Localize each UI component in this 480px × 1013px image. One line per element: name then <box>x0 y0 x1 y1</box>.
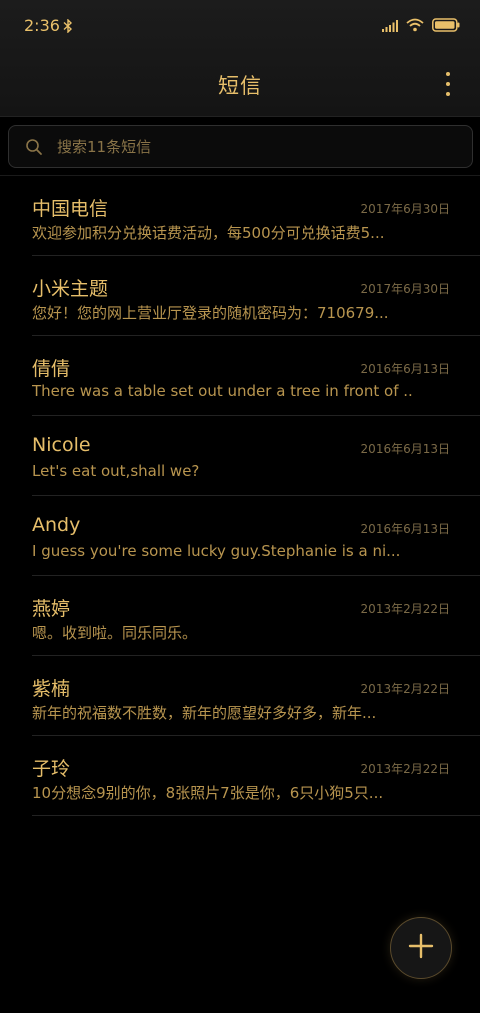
plus-icon <box>408 933 434 963</box>
message-preview: 10分想念9别的你，8张照片7张是你，6只小狗5只... <box>32 784 384 802</box>
contact-name: 子玲 <box>32 758 71 780</box>
message-preview: I guess you're some lucky guy.Stephanie … <box>32 542 401 560</box>
list-item[interactable]: 紫楠 2013年2月22日 新年的祝福数不胜数，新年的愿望好多好多，新年... <box>32 656 480 736</box>
more-dot <box>446 92 450 96</box>
message-date: 2017年6月30日 <box>360 282 450 296</box>
message-preview: 您好！您的网上营业厅登录的随机密码为：710679... <box>32 304 389 322</box>
list-item[interactable]: 小米主题 2017年6月30日 您好！您的网上营业厅登录的随机密码为：71067… <box>32 256 480 336</box>
list-item[interactable]: 子玲 2013年2月22日 10分想念9别的你，8张照片7张是你，6只小狗5只.… <box>32 736 480 816</box>
status-time: 2:36 <box>24 16 60 35</box>
contact-name: Nicole <box>32 434 91 456</box>
message-preview: Let's eat out,shall we? <box>32 462 200 480</box>
message-date: 2013年2月22日 <box>360 762 450 776</box>
page-title: 短信 <box>218 74 262 98</box>
bluetooth-icon <box>63 18 73 37</box>
wifi-icon <box>406 17 424 36</box>
message-date: 2013年2月22日 <box>360 602 450 616</box>
message-date: 2017年6月30日 <box>360 202 450 216</box>
contact-name: 小米主题 <box>32 278 109 300</box>
contact-name: 中国电信 <box>32 198 109 220</box>
message-date: 2016年6月13日 <box>360 442 450 456</box>
messages-screen: 2:36 短信 搜索11条短信 中国电信 2017年6月30日 欢迎参加积分兑换… <box>0 0 480 1013</box>
message-date: 2013年2月22日 <box>360 682 450 696</box>
top-bar: 2:36 短信 <box>0 0 480 117</box>
battery-icon <box>432 17 460 36</box>
search-icon <box>25 138 43 160</box>
status-bar: 2:36 <box>0 0 480 52</box>
compose-button[interactable] <box>390 917 452 979</box>
message-preview: 新年的祝福数不胜数，新年的愿望好多好多，新年... <box>32 704 377 722</box>
status-indicators <box>382 17 460 36</box>
list-item[interactable]: 中国电信 2017年6月30日 欢迎参加积分兑换话费活动，每500分可兑换话费5… <box>32 176 480 256</box>
search-box[interactable] <box>8 125 473 168</box>
more-dot <box>446 72 450 76</box>
list-item[interactable]: 燕婷 2013年2月22日 嗯。收到啦。同乐同乐。 <box>32 576 480 656</box>
message-date: 2016年6月13日 <box>360 362 450 376</box>
list-item[interactable]: 倩倩 2016年6月13日 There was a table set out … <box>32 336 480 416</box>
list-item[interactable]: Andy 2016年6月13日 I guess you're some luck… <box>32 496 480 576</box>
message-date: 2016年6月13日 <box>360 522 450 536</box>
contact-name: Andy <box>32 514 81 536</box>
contact-name: 燕婷 <box>32 598 71 620</box>
message-preview: 欢迎参加积分兑换话费活动，每500分可兑换话费5... <box>32 224 385 242</box>
message-preview: There was a table set out under a tree i… <box>32 382 412 400</box>
contact-name: 紫楠 <box>32 678 71 700</box>
more-vertical-icon[interactable] <box>442 72 454 96</box>
message-preview: 嗯。收到啦。同乐同乐。 <box>32 624 198 642</box>
conversation-list: 中国电信 2017年6月30日 欢迎参加积分兑换话费活动，每500分可兑换话费5… <box>0 175 480 816</box>
list-item[interactable]: Nicole 2016年6月13日 Let's eat out,shall we… <box>32 416 480 496</box>
contact-name: 倩倩 <box>32 358 71 380</box>
more-dot <box>446 82 450 86</box>
signal-icon <box>382 17 398 36</box>
search-input[interactable] <box>57 134 457 160</box>
